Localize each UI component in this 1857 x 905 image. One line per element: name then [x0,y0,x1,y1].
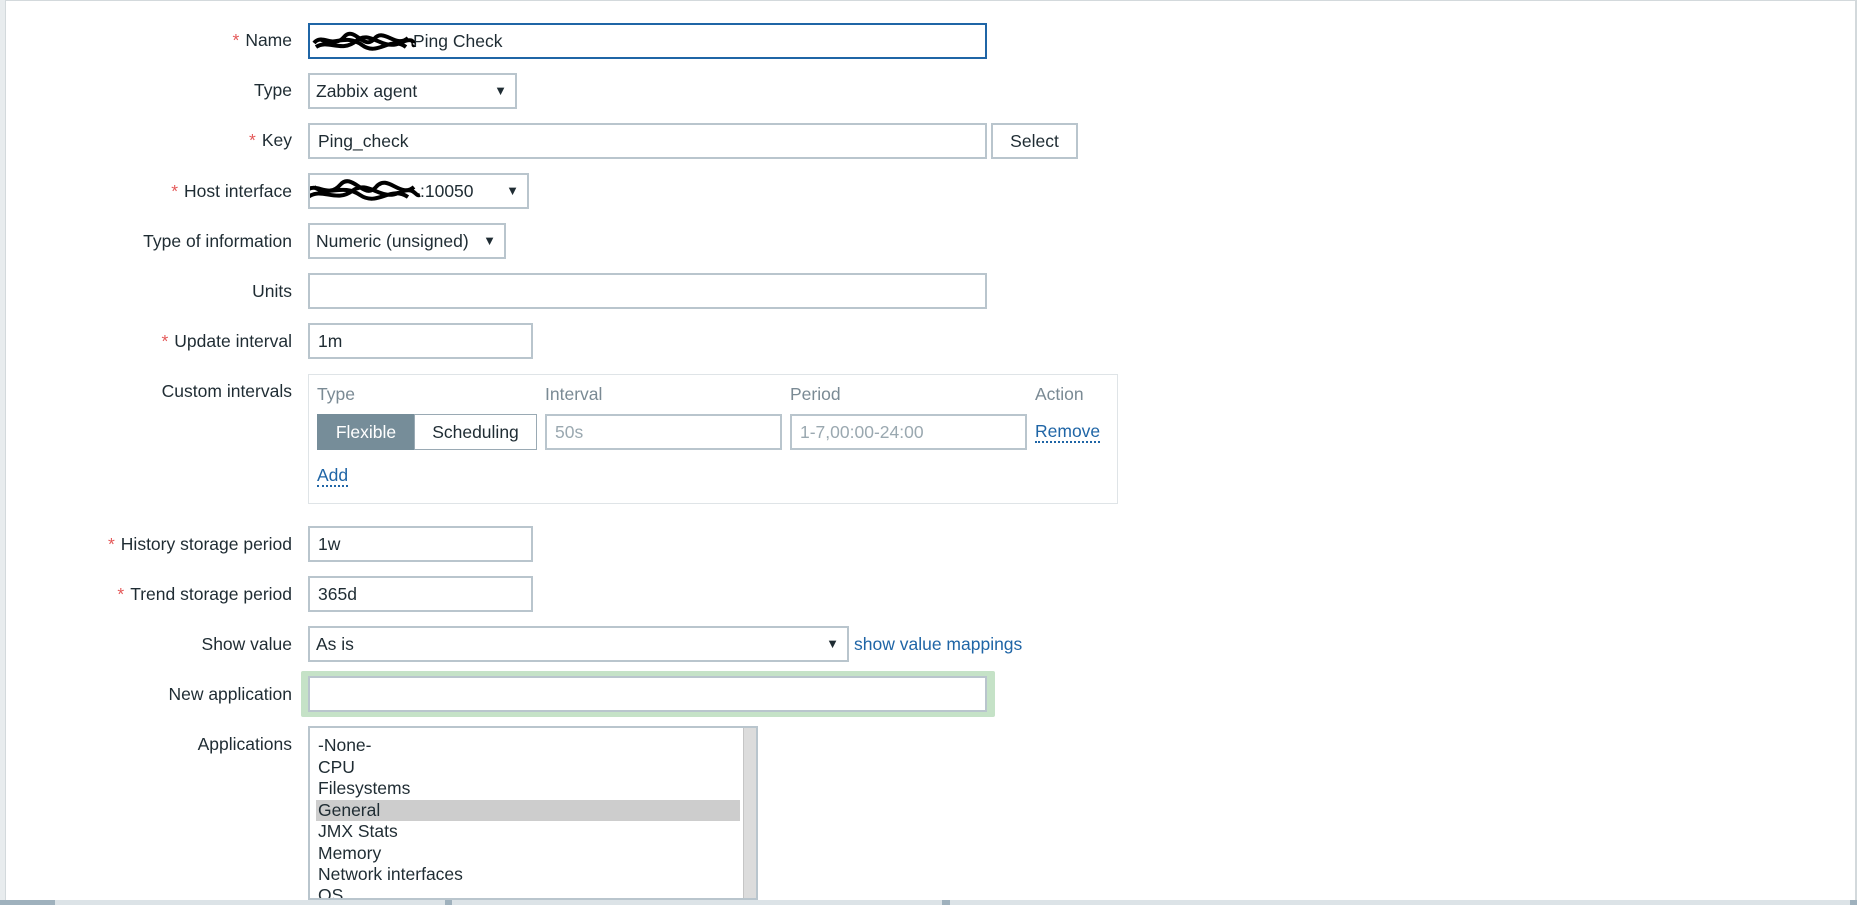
name-label: * Name [232,30,293,50]
update-interval-field[interactable]: 1m [308,323,533,359]
type-of-information-label: Type of information [143,231,292,251]
required-marker: * [107,534,115,554]
update-interval-label: * Update interval [161,331,292,351]
applications-label: Applications [197,734,292,754]
application-option[interactable]: Network interfaces [316,864,740,885]
show-value-label: Show value [201,634,292,654]
required-marker: * [232,30,240,50]
redaction-scribble [310,179,421,201]
custom-intervals-label: Custom intervals [161,381,292,401]
triangle-down-icon: ▼ [494,83,507,98]
custom-interval-placeholder: 50s [555,422,584,442]
update-interval-value: 1m [318,331,343,351]
custom-interval-field[interactable]: 50s [545,414,782,450]
scheduling-toggle[interactable]: Scheduling [414,414,537,450]
trend-label: * Trend storage period [117,584,292,604]
applications-scrollbar[interactable] [743,728,756,898]
show-value-value: As is [316,634,354,654]
units-label: Units [252,281,292,301]
application-option[interactable]: JMX Stats [316,821,740,842]
history-value: 1w [318,534,341,554]
add-interval-label[interactable]: Add [317,465,349,487]
custom-intervals-header-action: Action [1035,384,1084,404]
window-left-edge [0,0,6,905]
bottom-bar-segment [55,900,445,905]
host-interface-label: * Host interface [171,181,292,201]
type-of-information-value: Numeric (unsigned) [316,231,469,251]
type-of-information-select[interactable]: Numeric (unsigned) ▼ [308,223,506,259]
application-option[interactable]: -None- [316,735,740,756]
application-option[interactable]: OS [316,885,740,898]
required-marker: * [161,331,169,351]
application-option-selected[interactable]: General [316,800,740,821]
key-label: * Key [249,130,292,150]
custom-period-field[interactable]: 1-7,00:00-24:00 [790,414,1027,450]
name-field[interactable]: Ping Check [308,23,987,59]
required-marker: * [249,130,256,150]
custom-intervals-header-type: Type [317,384,355,404]
application-option[interactable]: Filesystems [316,778,740,799]
units-field[interactable] [308,273,987,309]
remove-interval-link[interactable]: Remove [1035,421,1101,443]
custom-intervals-header-period: Period [790,384,841,404]
show-value-mappings-label[interactable]: show value mappings [854,634,1022,654]
bottom-bar-segment [452,900,942,905]
type-label: Type [254,80,292,100]
required-marker: * [171,181,179,201]
triangle-down-icon: ▼ [483,233,496,248]
show-value-mappings-link[interactable]: show value mappings [854,633,1022,655]
custom-intervals-header-interval: Interval [545,384,603,404]
key-field[interactable]: Ping_check [308,123,987,159]
history-field[interactable]: 1w [308,526,533,562]
show-value-select[interactable]: As is ▼ [308,626,849,662]
new-application-field[interactable] [308,676,987,712]
application-option[interactable]: CPU [316,757,740,778]
custom-period-placeholder: 1-7,00:00-24:00 [800,422,924,442]
host-interface-select[interactable]: :10050 ▼ [308,173,529,209]
triangle-down-icon: ▼ [826,636,839,651]
type-value: Zabbix agent [316,81,418,101]
window-top-edge [0,0,1857,1]
required-marker: * [117,584,125,604]
host-interface-value: :10050 [420,181,474,201]
key-value: Ping_check [318,131,409,151]
history-label: * History storage period [107,534,292,554]
new-application-label: New application [168,684,292,704]
flexible-toggle[interactable]: Flexible [317,414,415,450]
redaction-scribble [312,31,416,51]
key-select-button[interactable]: Select [991,123,1078,159]
bottom-bar-segment [950,900,1850,905]
applications-listbox[interactable]: -None- CPU Filesystems General JMX Stats… [308,726,758,900]
triangle-down-icon: ▼ [506,183,519,198]
name-value: Ping Check [413,31,503,51]
bottom-edge-bar [0,900,1857,905]
type-select[interactable]: Zabbix agent ▼ [308,73,517,109]
add-interval-link[interactable]: Add [317,465,349,487]
trend-value: 365d [318,584,357,604]
remove-interval-label[interactable]: Remove [1035,421,1101,443]
application-option[interactable]: Memory [316,843,740,864]
trend-field[interactable]: 365d [308,576,533,612]
